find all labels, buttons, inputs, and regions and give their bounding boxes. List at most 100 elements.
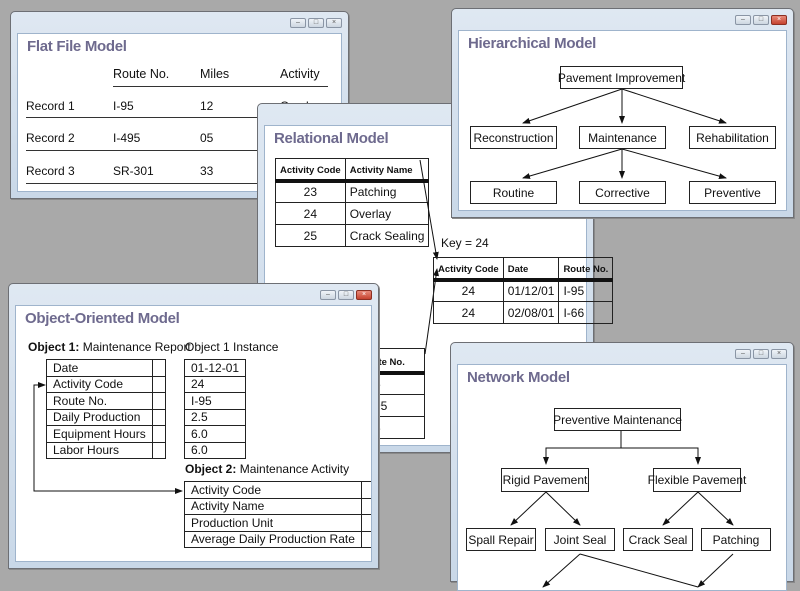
node-level2: Spall Repair xyxy=(466,528,536,551)
field-cell: Labor Hours xyxy=(46,441,153,459)
activity-code-cell: 25 xyxy=(275,224,346,247)
edge xyxy=(621,88,727,124)
field-cell: Production Unit xyxy=(184,514,362,532)
edge xyxy=(543,430,622,465)
value-cell: 24 xyxy=(183,375,247,393)
minimize-icon[interactable]: – xyxy=(735,349,751,359)
edge xyxy=(522,148,623,179)
node-level2: Patching xyxy=(701,528,771,551)
node-level2: Corrective xyxy=(579,181,666,204)
node-root: Pavement Improvement xyxy=(558,66,685,89)
maximize-icon[interactable]: □ xyxy=(753,349,769,359)
value-cell: 6.0 xyxy=(183,425,247,443)
table-row: Route No. xyxy=(46,392,166,410)
maximize-icon[interactable]: □ xyxy=(308,18,324,28)
activity-code-cell: 24 xyxy=(433,277,504,302)
table-row: Activity Code xyxy=(46,375,166,393)
minimize-icon[interactable]: – xyxy=(735,15,751,25)
value-cell: I-95 xyxy=(183,392,247,410)
table-row: 24 02/08/01 I-66 xyxy=(433,301,614,324)
node-level1: Maintenance xyxy=(579,126,666,149)
empty-cell xyxy=(151,392,166,410)
title-bar[interactable]: – □ × xyxy=(452,9,793,30)
empty-cell xyxy=(360,514,371,532)
title-bar[interactable]: – □ × xyxy=(451,343,793,364)
empty-cell xyxy=(360,481,371,499)
edge xyxy=(662,491,699,526)
table-row: Production Unit xyxy=(184,514,371,532)
field-cell: Route No. xyxy=(46,392,153,410)
field-cell: Activity Code xyxy=(46,375,153,393)
column-header: Activity Code xyxy=(275,158,346,181)
value-cell: 2.5 xyxy=(183,408,247,426)
close-icon[interactable]: × xyxy=(771,349,787,359)
table-row: Labor Hours xyxy=(46,441,166,459)
edge xyxy=(522,88,623,124)
table-row: Average Daily Production Rate xyxy=(184,530,371,548)
record-route: I-495 xyxy=(113,131,141,145)
edge xyxy=(697,553,734,588)
table-row: Equipment Hours xyxy=(46,425,166,443)
empty-cell xyxy=(151,425,166,443)
column-header-miles: Miles xyxy=(200,67,230,81)
node-level2: Crack Seal xyxy=(623,528,693,551)
object1-prefix: Object 1: xyxy=(28,340,80,354)
node-root: Preventive Maintenance xyxy=(553,408,682,431)
table-row: Activity Code xyxy=(184,481,371,499)
object1-table: Date Activity Code Route No. Daily Produ… xyxy=(46,359,166,459)
maximize-icon[interactable]: □ xyxy=(338,290,354,300)
close-icon[interactable]: × xyxy=(771,15,787,25)
field-cell: Activity Name xyxy=(184,497,362,515)
minimize-icon[interactable]: – xyxy=(320,290,336,300)
activity-code-cell: 24 xyxy=(275,202,346,225)
node-level2: Preventive xyxy=(689,181,776,204)
object-oriented-window: – □ × Object-Oriented Model Object 1: Ma… xyxy=(8,283,379,569)
table-row: 6.0 xyxy=(183,425,247,443)
title-bar[interactable]: – □ × xyxy=(9,284,378,305)
edge xyxy=(579,553,699,588)
activity-table: Activity Code Activity Name 23 Patching … xyxy=(275,158,430,247)
record-miles: 05 xyxy=(200,131,214,145)
table-row: 24 01/12/01 I-95 xyxy=(433,277,614,302)
close-icon[interactable]: × xyxy=(356,290,372,300)
table-row: Activity Name xyxy=(184,497,371,515)
table-row: 6.0 xyxy=(183,441,247,459)
record-route: SR-301 xyxy=(113,164,154,178)
window-title: Object-Oriented Model xyxy=(25,310,180,327)
node-level1: Flexible Pavement xyxy=(648,468,746,492)
object2-label: Object 2: Maintenance Activity xyxy=(185,462,349,476)
column-header: Activity Name xyxy=(344,158,430,181)
record-label: Record 1 xyxy=(26,99,75,113)
date-cell: 02/08/01 xyxy=(502,301,560,324)
column-header: Date xyxy=(502,257,560,280)
table-row: 2.5 xyxy=(183,408,247,426)
empty-cell xyxy=(151,441,166,459)
header-divider xyxy=(113,86,328,87)
title-bar[interactable]: – □ × xyxy=(11,12,348,33)
record-miles: 12 xyxy=(200,99,214,113)
table-row: I-95 xyxy=(183,392,247,410)
node-level2: Routine xyxy=(470,181,557,204)
activity-name-cell: Crack Sealing xyxy=(344,224,430,247)
hierarchical-content: Hierarchical Model Pavement Improvement … xyxy=(458,30,787,211)
hierarchical-window: – □ × Hierarchical Model Pavement Improv… xyxy=(451,8,794,218)
close-icon[interactable]: × xyxy=(326,18,342,28)
minimize-icon[interactable]: – xyxy=(290,18,306,28)
empty-cell xyxy=(360,530,371,548)
node-level1: Rehabilitation xyxy=(689,126,776,149)
field-cell: Date xyxy=(46,359,153,377)
edge xyxy=(621,447,701,465)
node-level2: Joint Seal xyxy=(545,528,615,551)
record-route: I-95 xyxy=(113,99,134,113)
window-title: Hierarchical Model xyxy=(468,35,596,52)
edge xyxy=(621,148,727,180)
activity-log-table: Activity Code Date Route No. 24 01/12/01… xyxy=(433,257,614,324)
column-header-route: Route No. xyxy=(113,67,170,81)
record-label: Record 2 xyxy=(26,131,75,145)
object2-prefix: Object 2: xyxy=(185,462,237,476)
column-header-activity: Activity xyxy=(280,67,320,81)
object-oriented-content: Object-Oriented Model Object 1: Maintena… xyxy=(15,305,372,562)
record-label: Record 3 xyxy=(26,164,75,178)
field-cell: Average Daily Production Rate xyxy=(184,530,362,548)
maximize-icon[interactable]: □ xyxy=(753,15,769,25)
